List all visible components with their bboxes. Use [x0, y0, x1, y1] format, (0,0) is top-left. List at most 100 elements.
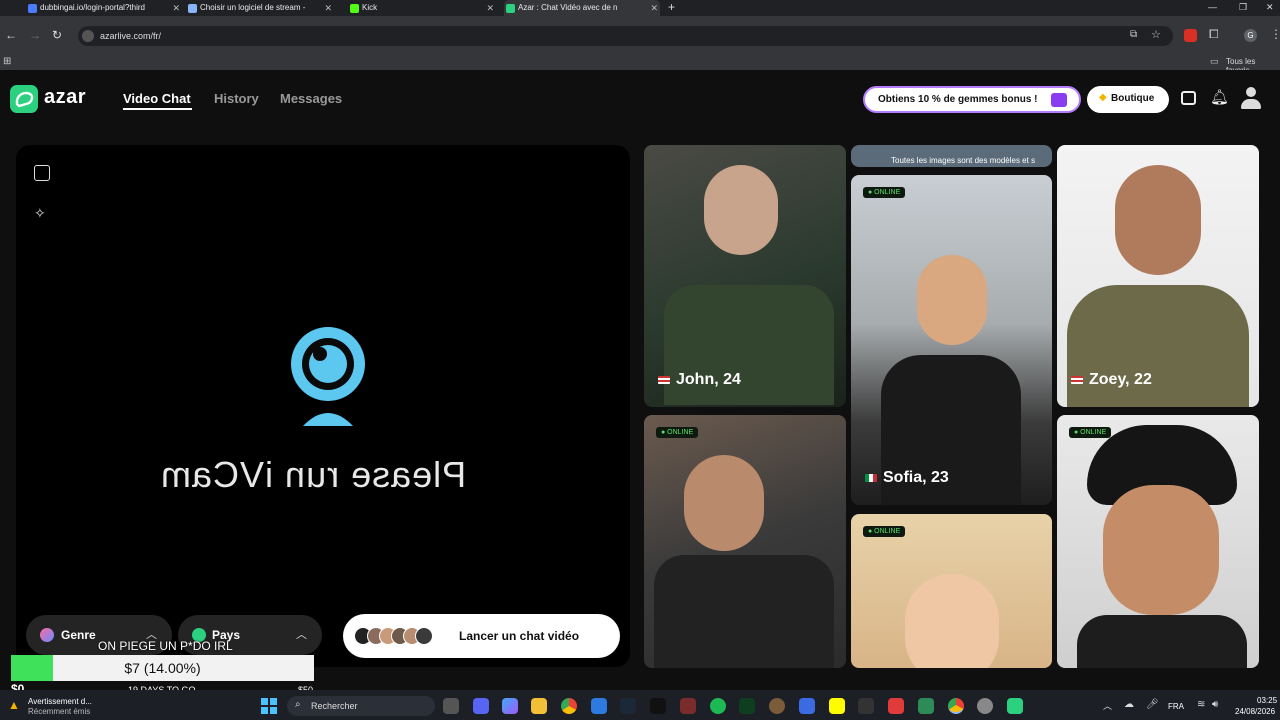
nav-history[interactable]: History [214, 91, 259, 106]
store-icon[interactable] [591, 698, 607, 714]
site-info-icon[interactable] [82, 30, 94, 42]
profile-card-partial[interactable]: Toutes les images sont des modèles et s [851, 145, 1052, 167]
profile-photo [917, 255, 987, 345]
snapchat-icon[interactable] [829, 698, 845, 714]
app-icon[interactable] [977, 698, 993, 714]
app-icon[interactable] [858, 698, 874, 714]
warning-icon[interactable]: ▲ [8, 698, 20, 712]
app-icon[interactable] [799, 698, 815, 714]
windows-start-icon[interactable] [261, 698, 277, 714]
file-explorer-icon[interactable] [531, 698, 547, 714]
folder-icon: ▭ [1210, 56, 1219, 66]
profile-card[interactable]: ● ONLINE [1057, 415, 1259, 668]
disclaimer-text: Toutes les images sont des modèles et s [891, 156, 1036, 165]
microphone-icon[interactable]: 🎤︎ [1146, 699, 1159, 710]
install-app-icon[interactable]: ⧉ [1130, 29, 1137, 40]
gift-icon [1051, 93, 1067, 107]
site-favicon-icon [188, 4, 197, 13]
tab-title: dubbingai.io/login-portal?third [40, 3, 145, 12]
goal-progress-label: $7 (14.00%) [124, 660, 201, 676]
wifi-icon[interactable]: ≋ [1197, 699, 1205, 710]
notification-subtitle: Récemment émis [28, 707, 91, 716]
spotify-icon[interactable] [710, 698, 726, 714]
cloud-icon[interactable]: ☁ [1124, 699, 1134, 710]
new-tab-icon[interactable]: + [668, 0, 675, 15]
profile-photo [905, 574, 999, 668]
profile-name: Sofia, 23 [865, 469, 949, 487]
avatar [415, 627, 433, 645]
extension-icon[interactable] [1184, 29, 1197, 42]
apps-grid-icon[interactable]: ⊞ [3, 56, 11, 67]
volume-icon[interactable]: 🔊︎ [1212, 699, 1218, 710]
bonus-gems-button[interactable]: Obtiens 10 % de gemmes bonus ! [863, 86, 1081, 113]
gem-icon: ◆ [1099, 92, 1107, 103]
profile-card[interactable]: Zoey, 22 [1057, 145, 1259, 407]
browser-tab[interactable]: dubbingai.io/login-portal?third ✕ [26, 0, 182, 16]
logo-text[interactable]: azar [44, 86, 86, 109]
app-icon[interactable] [888, 698, 904, 714]
gender-icon [40, 628, 54, 642]
bookmarks-bar [0, 54, 1280, 70]
close-icon[interactable]: ✕ [324, 0, 332, 16]
clock-date[interactable]: 24/08/2026 [1235, 707, 1275, 716]
profile-card[interactable]: ● ONLINE [644, 415, 846, 668]
site-favicon-icon [28, 4, 37, 13]
address-bar[interactable]: azarlive.com/fr/ ⧉ ☆ [78, 26, 1173, 46]
bell-icon[interactable]: 🔔︎ [1210, 88, 1229, 106]
close-icon[interactable]: ✕ [172, 0, 180, 16]
chrome-icon[interactable] [561, 698, 577, 714]
app-icon[interactable] [680, 698, 696, 714]
copilot-icon[interactable] [502, 698, 518, 714]
taskbar-search[interactable]: ⌕ Rechercher [287, 696, 435, 716]
steam-icon[interactable] [620, 698, 636, 714]
search-placeholder: Rechercher [311, 701, 358, 711]
inbox-icon[interactable] [1181, 91, 1196, 105]
app-icon[interactable] [769, 698, 785, 714]
online-badge: ● ONLINE [863, 187, 906, 198]
gender-label: Genre [61, 628, 96, 642]
extensions-puzzle-icon[interactable]: ⧠ [1209, 27, 1219, 42]
profile-card[interactable]: ● ONLINE Sofia, 23 [851, 175, 1052, 505]
nav-video-chat[interactable]: Video Chat [123, 91, 191, 106]
browser-tab-active[interactable]: Azar : Chat Vidéo avec de n ✕ [504, 0, 660, 16]
maximize-icon[interactable]: ❐ [1239, 0, 1247, 15]
profile-card[interactable]: ● ONLINE [851, 514, 1052, 668]
azar-favicon-icon [506, 4, 515, 13]
language-indicator[interactable]: FRA [1168, 702, 1184, 711]
app-icon[interactable] [650, 698, 666, 714]
notification-title[interactable]: Avertissement d... [28, 697, 92, 706]
profile-avatar-icon[interactable]: G [1244, 29, 1257, 42]
forward-icon[interactable]: → [29, 28, 41, 42]
close-icon[interactable]: ✕ [650, 0, 658, 16]
browser-tab[interactable]: Kick ✕ [348, 0, 496, 16]
fullscreen-exit-icon[interactable] [34, 165, 50, 181]
close-window-icon[interactable]: ✕ [1266, 0, 1274, 15]
chrome-active-icon[interactable] [948, 698, 964, 714]
reload-icon[interactable]: ↻ [52, 28, 62, 42]
shop-button[interactable]: ◆ Boutique [1087, 86, 1169, 113]
profile-name: John, 24 [658, 371, 741, 389]
menu-kebab-icon[interactable]: ⋮ [1270, 27, 1280, 41]
nav-messages[interactable]: Messages [280, 91, 342, 106]
clock-time[interactable]: 03:25 [1257, 696, 1277, 705]
app-icon[interactable] [1007, 698, 1023, 714]
chevron-up-icon[interactable]: ︿ [1103, 699, 1112, 712]
close-icon[interactable]: ✕ [486, 0, 494, 16]
profile-photo [1115, 165, 1201, 275]
start-video-chat-button[interactable]: Lancer un chat vidéo [343, 614, 620, 658]
profile-photo [684, 455, 764, 551]
bookmark-star-icon[interactable]: ☆ [1151, 28, 1161, 41]
back-icon[interactable]: ← [5, 28, 17, 42]
webcam-icon [289, 326, 367, 428]
app-icon[interactable] [739, 698, 755, 714]
minimize-icon[interactable]: — [1208, 0, 1217, 15]
browser-tab[interactable]: Choisir un logiciel de stream - ✕ [186, 0, 334, 16]
profile-photo [704, 165, 778, 255]
app-icon[interactable] [918, 698, 934, 714]
effects-wand-icon[interactable]: ✧ [34, 205, 46, 222]
profile-icon[interactable] [1240, 87, 1262, 109]
azar-logo-icon[interactable] [10, 85, 38, 113]
discord-icon[interactable] [473, 698, 489, 714]
profile-card[interactable]: John, 24 [644, 145, 846, 407]
task-view-icon[interactable] [443, 698, 459, 714]
